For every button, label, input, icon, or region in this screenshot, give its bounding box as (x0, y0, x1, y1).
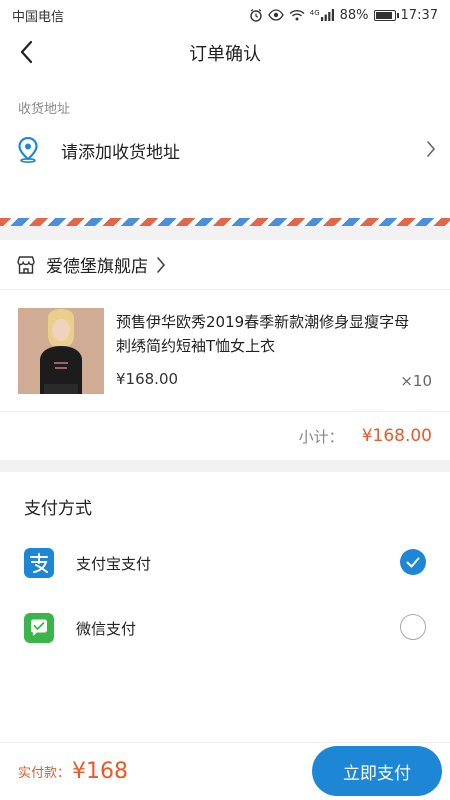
airmail-border (0, 218, 450, 226)
status-time: 17:37 (400, 7, 438, 23)
add-address-prompt: 请添加收货地址 (61, 142, 180, 163)
wechat-pay-icon (24, 613, 54, 643)
address-section: 收货地址 请添加收货地址 (0, 80, 450, 220)
pay-now-button[interactable]: 立即支付 (312, 746, 442, 796)
carrier-name: 中国电信 (12, 9, 65, 25)
section-divider (0, 460, 450, 472)
add-address-row[interactable]: 请添加收货地址 (0, 130, 450, 170)
pay-amount-label: 实付款： (18, 766, 71, 781)
nav-bar: 订单确认 (0, 30, 450, 75)
store-icon (17, 255, 35, 274)
product-title: 预售伊华欧秀2019春季新款潮修身显瘦字母刺绣简约短袖T恤女上衣 (116, 313, 410, 355)
alipay-icon (24, 548, 54, 578)
subtotal-label: 小计： (298, 427, 344, 446)
address-section-label: 收货地址 (18, 102, 71, 117)
checkmark-icon (406, 557, 420, 567)
payment-option-wechat[interactable]: 微信支付 (0, 600, 450, 656)
payment-option-alipay[interactable]: 支付宝支付 (0, 535, 450, 591)
radio-unchecked[interactable] (400, 614, 426, 640)
payment-option-label: 支付宝支付 (76, 554, 152, 573)
pay-amount-value: ¥168 (72, 759, 129, 784)
battery-icon (373, 9, 399, 21)
chevron-left-icon (20, 40, 33, 64)
product-quantity: ×10 (400, 372, 432, 390)
store-row[interactable]: 爱德堡旗舰店 (0, 240, 450, 290)
status-icons: 4G 88% 17:37 (249, 8, 438, 23)
wifi-icon (289, 9, 305, 21)
chevron-right-icon (427, 141, 436, 157)
alarm-icon (249, 8, 263, 22)
section-divider (0, 226, 450, 240)
network-type: 4G (309, 9, 320, 17)
location-pin-icon (18, 137, 38, 163)
payment-section: 支付方式 支付宝支付 微信支付 (0, 472, 450, 742)
store-name: 爱德堡旗舰店 (46, 257, 148, 277)
battery-percent: 88% (339, 7, 369, 23)
payment-option-label: 微信支付 (76, 619, 137, 638)
product-item[interactable]: 预售伊华欧秀2019春季新款潮修身显瘦字母刺绣简约短袖T恤女上衣 ¥168.00… (0, 292, 450, 412)
eye-icon (267, 9, 284, 21)
page-title: 订单确认 (189, 43, 261, 65)
chevron-right-icon (157, 256, 166, 273)
subtotal-row: 小计： ¥168.00 (0, 414, 450, 458)
payment-title: 支付方式 (24, 499, 92, 519)
status-bar: 中国电信 4G 88% 17:37 (0, 0, 450, 30)
signal-icon: 4G (310, 9, 335, 21)
back-button[interactable] (10, 36, 42, 68)
bottom-bar: 实付款： ¥168 立即支付 (0, 742, 450, 800)
subtotal-value: ¥168.00 (361, 426, 432, 446)
radio-checked[interactable] (400, 549, 426, 575)
product-price: ¥168.00 (116, 370, 179, 388)
product-thumbnail (18, 308, 104, 394)
